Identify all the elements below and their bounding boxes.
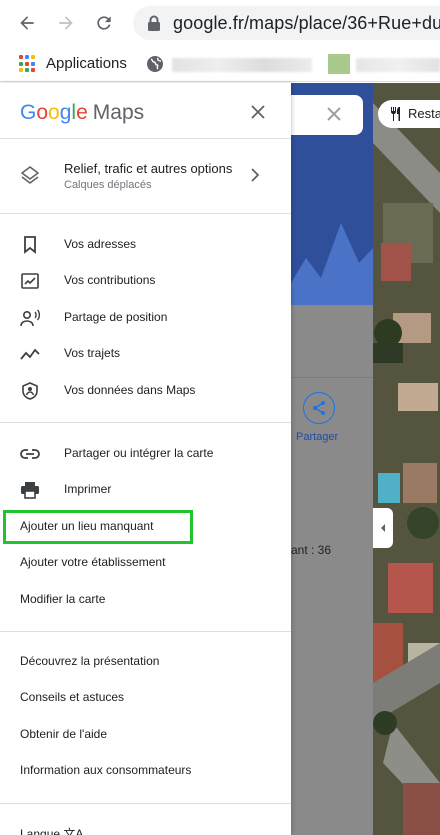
divider (0, 422, 291, 423)
address-bar[interactable]: google.fr/maps/place/36+Rue+du+ (133, 6, 440, 40)
menu-item-edit-map[interactable]: Modifier la carte (0, 582, 291, 618)
menu-item-saved-places[interactable]: Vos adresses (0, 227, 291, 263)
share-button[interactable] (303, 392, 335, 424)
url-text: google.fr/maps/place/36+Rue+du+ (173, 13, 440, 33)
menu-item-label: Imprimer (64, 482, 112, 496)
menu-item-label: Obtenir de l'aide (20, 727, 108, 741)
collapse-panel-button[interactable] (373, 508, 393, 548)
browser-toolbar: google.fr/maps/place/36+Rue+du+ (0, 0, 440, 46)
menu-item-label: Conseils et astuces (20, 690, 125, 704)
apps-bookmark[interactable]: Applications (46, 55, 127, 72)
place-detail-text: ant : 36 (291, 543, 332, 557)
globe-icon[interactable] (146, 55, 164, 73)
search-box[interactable] (291, 95, 363, 135)
menu-item-label: Vos contributions (64, 273, 156, 287)
logo-letter: g (59, 101, 72, 124)
apps-grid-icon[interactable] (19, 55, 37, 73)
link-icon (20, 444, 40, 464)
menu-item-add-business[interactable]: Ajouter votre établissement (0, 545, 291, 581)
map-imagery (373, 83, 440, 835)
divider (291, 377, 373, 378)
reload-icon (97, 16, 111, 30)
layers-subtitle: Calques déplacés (64, 179, 152, 191)
caret-left-icon (381, 524, 385, 532)
menu-item-label: Partage de position (64, 310, 168, 324)
share-label: Partager (296, 431, 339, 443)
layers-option[interactable]: Relief, trafic et autres options Calques… (0, 140, 291, 214)
restaurant-icon (391, 107, 400, 121)
logo-letter: o (48, 101, 60, 124)
maps-background: Partager ant : 36 Resta (291, 83, 440, 835)
menu-item-timeline[interactable]: Vos trajets (0, 336, 291, 372)
side-menu: Google Maps Relief, trafic et autres opti… (0, 83, 291, 835)
reload-button[interactable] (91, 10, 117, 36)
menu-item-contributions[interactable]: Vos contributions (0, 263, 291, 299)
chevron-right-icon (251, 168, 260, 182)
layers-title: Relief, trafic et autres options (64, 161, 233, 176)
restaurants-chip[interactable]: Resta (378, 100, 440, 128)
arrow-left-icon (20, 16, 34, 30)
menu-item-tips[interactable]: Conseils et astuces (0, 680, 291, 716)
arrow-right-icon (59, 16, 73, 30)
menu-item-label: Langue 文A (20, 827, 84, 835)
blurred-bookmark[interactable] (172, 58, 312, 72)
menu-item-consumer-info[interactable]: Information aux consommateurs (0, 753, 291, 789)
close-menu-button[interactable] (247, 101, 269, 123)
menu-item-label: Découvrez la présentation (20, 654, 160, 668)
google-maps-logo: Google Maps (20, 101, 144, 125)
menu-item-label: Partager ou intégrer la carte (64, 446, 214, 460)
forward-button[interactable] (53, 10, 79, 36)
menu-item-tour[interactable]: Découvrez la présentation (0, 644, 291, 680)
location-sharing-icon (20, 308, 40, 328)
restaurants-label: Resta (408, 106, 440, 121)
menu-item-label: Vos trajets (64, 346, 121, 360)
share-icon (313, 401, 325, 415)
logo-letter: o (36, 101, 49, 124)
divider (0, 803, 291, 804)
logo-letter: e (76, 101, 88, 124)
menu-item-your-data[interactable]: Vos données dans Maps (0, 373, 291, 409)
divider (0, 631, 291, 632)
printer-icon (20, 480, 40, 500)
logo-maps-text: Maps (92, 101, 145, 124)
close-icon (251, 105, 265, 119)
menu-item-label: Modifier la carte (20, 592, 106, 606)
blurred-bookmark-icon[interactable] (328, 54, 350, 74)
menu-item-label: Ajouter votre établissement (20, 555, 166, 569)
menu-item-location-sharing[interactable]: Partage de position (0, 300, 291, 336)
menu-item-label: Information aux consommateurs (20, 763, 192, 777)
satellite-map[interactable] (373, 83, 440, 835)
menu-header: Google Maps (0, 83, 291, 139)
back-button[interactable] (14, 10, 40, 36)
menu-item-label: Vos adresses (64, 237, 137, 251)
menu-item-share-embed[interactable]: Partager ou intégrer la carte (0, 436, 291, 472)
bookmark-icon (20, 235, 40, 255)
layers-icon (21, 166, 39, 184)
blurred-bookmark[interactable] (356, 58, 440, 72)
contributions-icon (20, 271, 40, 291)
close-icon[interactable] (325, 105, 343, 123)
highlight-box (3, 510, 193, 544)
logo-letter: G (20, 101, 37, 124)
lock-icon (148, 15, 160, 31)
menu-item-label: Vos données dans Maps (64, 383, 196, 397)
bookmarks-bar: Applications (0, 46, 440, 82)
timeline-icon (20, 344, 40, 364)
menu-item-help[interactable]: Obtenir de l'aide (0, 717, 291, 753)
shield-icon (20, 381, 40, 401)
menu-item-print[interactable]: Imprimer (0, 472, 291, 508)
menu-item-language[interactable]: Langue 文A (0, 815, 291, 835)
